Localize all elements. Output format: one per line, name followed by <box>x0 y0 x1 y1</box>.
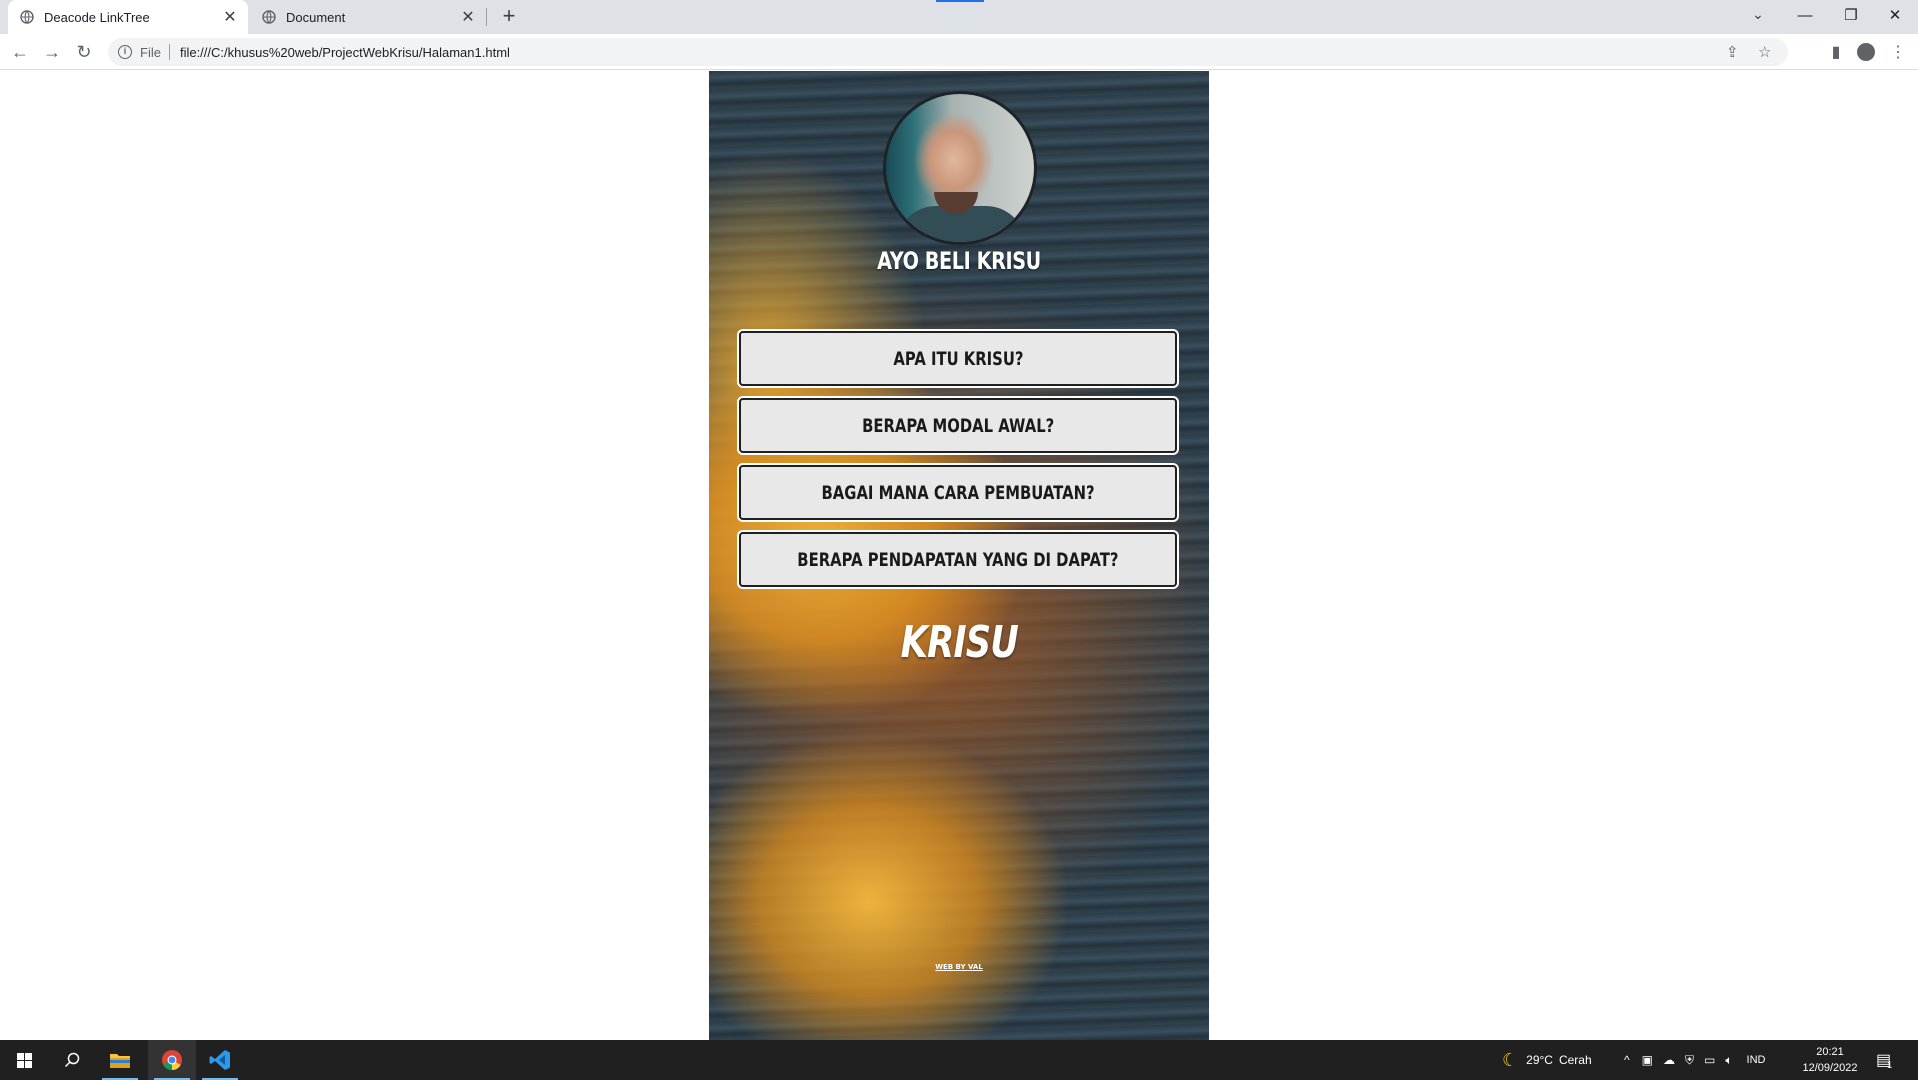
omnibox-divider <box>168 44 170 60</box>
link-button-apa-itu-krisu[interactable]: APA ITU KRISU? <box>739 331 1177 386</box>
windows-taskbar: ☾ 29°C Cerah ^ ▣ ☁ ⛨ ▭ 🔈︎ IND 20:21 12/0… <box>0 1040 1918 1080</box>
cloud-offline-icon[interactable]: ☁ <box>1663 1053 1675 1067</box>
weather-condition: Cerah <box>1558 1053 1592 1067</box>
close-tab-icon[interactable]: ✕ <box>458 7 478 27</box>
restore-button[interactable]: ❐ <box>1828 0 1874 30</box>
link-button-label: BERAPA MODAL AWAL? <box>861 414 1055 437</box>
brand-text: KRISU <box>900 617 1018 668</box>
link-button-label: BAGAI MANA CARA PEMBUATAN? <box>821 481 1095 504</box>
clock-time: 20:21 <box>1816 1046 1844 1058</box>
system-tray: ^ ▣ ☁ ⛨ ▭ 🔈︎ IND <box>1624 1040 1766 1080</box>
url-text[interactable]: file:///C:/khusus%20web/ProjectWebKrisu/… <box>180 45 510 60</box>
menu-kebab-icon[interactable]: ⋮ <box>1886 40 1910 64</box>
search-icon <box>64 1052 80 1068</box>
weather-temp: 29°C <box>1526 1053 1553 1067</box>
tab-document[interactable]: Document ✕ <box>250 0 486 34</box>
chevron-up-icon[interactable]: ^ <box>1624 1053 1630 1067</box>
globe-icon <box>262 10 276 24</box>
minimize-button[interactable]: — <box>1782 0 1828 30</box>
bookmark-star-icon[interactable]: ☆ <box>1758 43 1771 61</box>
chrome-icon <box>162 1050 182 1071</box>
forward-arrow-icon[interactable]: → <box>40 40 64 64</box>
moon-icon: ☾ <box>1502 1049 1519 1070</box>
reload-icon[interactable]: ↻ <box>72 40 96 64</box>
tab-strip: Deacode LinkTree ✕ Document ✕ + ⌄ — ❐ ✕ <box>0 0 1918 34</box>
close-window-button[interactable]: ✕ <box>1872 0 1918 30</box>
notification-count: 1 <box>1887 1060 1893 1070</box>
vscode-button[interactable] <box>196 1040 244 1080</box>
weather-widget[interactable]: ☾ 29°C Cerah <box>1502 1040 1592 1080</box>
security-icon[interactable]: ⛨ <box>1685 1053 1694 1068</box>
side-panel-icon[interactable]: ▮ <box>1824 40 1848 64</box>
new-tab-button[interactable]: + <box>497 5 521 29</box>
tab-title: Document <box>286 9 346 25</box>
meet-now-icon[interactable]: ▣ <box>1642 1053 1653 1067</box>
link-button-cara-pembuatan[interactable]: BAGAI MANA CARA PEMBUATAN? <box>739 465 1177 520</box>
tab-divider <box>486 8 487 26</box>
link-button-pendapatan[interactable]: BERAPA PENDAPATAN YANG DI DAPAT? <box>739 532 1177 587</box>
chrome-button[interactable] <box>148 1040 196 1080</box>
linktree-card: AYO BELI KRISU APA ITU KRISU? BERAPA MOD… <box>709 71 1209 1040</box>
windows-logo-icon <box>16 1052 32 1068</box>
clock[interactable]: 20:21 12/09/2022 <box>1798 1044 1862 1076</box>
tab-deacode-linktree[interactable]: Deacode LinkTree ✕ <box>8 0 248 34</box>
close-tab-icon[interactable]: ✕ <box>220 7 240 27</box>
back-arrow-icon[interactable]: ← <box>8 40 32 64</box>
page-title: AYO BELI KRISU <box>877 247 1041 275</box>
link-button-modal-awal[interactable]: BERAPA MODAL AWAL? <box>739 398 1177 453</box>
profile-photo <box>883 91 1037 245</box>
volume-icon[interactable]: 🔈︎ <box>1725 1053 1732 1068</box>
profile-button[interactable] <box>1854 40 1878 64</box>
tab-title: Deacode LinkTree <box>44 9 150 25</box>
vscode-icon <box>209 1050 230 1070</box>
tab-search-chevron-icon[interactable]: ⌄ <box>1748 6 1768 26</box>
info-icon[interactable]: i <box>118 45 132 59</box>
link-button-label: BERAPA PENDAPATAN YANG DI DAPAT? <box>797 548 1119 571</box>
language-indicator[interactable]: IND <box>1747 1054 1766 1066</box>
scheme-label: File <box>140 44 161 60</box>
profile-avatar-icon <box>1857 43 1875 61</box>
share-icon[interactable]: ⇪ <box>1726 43 1739 61</box>
start-button[interactable] <box>0 1040 48 1080</box>
globe-icon <box>20 10 34 24</box>
folder-icon <box>110 1054 130 1068</box>
brand-wordmark: KRISU <box>709 617 1209 668</box>
network-icon[interactable]: ▭ <box>1704 1053 1715 1067</box>
file-explorer-button[interactable] <box>96 1040 144 1080</box>
notification-center-button[interactable]: ▤ 1 <box>1876 1040 1892 1080</box>
window-accent-bar <box>936 0 984 2</box>
link-button-label: APA ITU KRISU? <box>892 347 1024 370</box>
clock-date: 12/09/2022 <box>1802 1062 1858 1074</box>
search-button[interactable] <box>48 1040 96 1080</box>
browser-toolbar: ← → ↻ i File file:///C:/khusus%20web/Pro… <box>0 34 1918 70</box>
address-bar[interactable]: i File file:///C:/khusus%20web/ProjectWe… <box>108 38 1788 66</box>
credit-link[interactable]: WEB BY VAL <box>709 963 1209 971</box>
